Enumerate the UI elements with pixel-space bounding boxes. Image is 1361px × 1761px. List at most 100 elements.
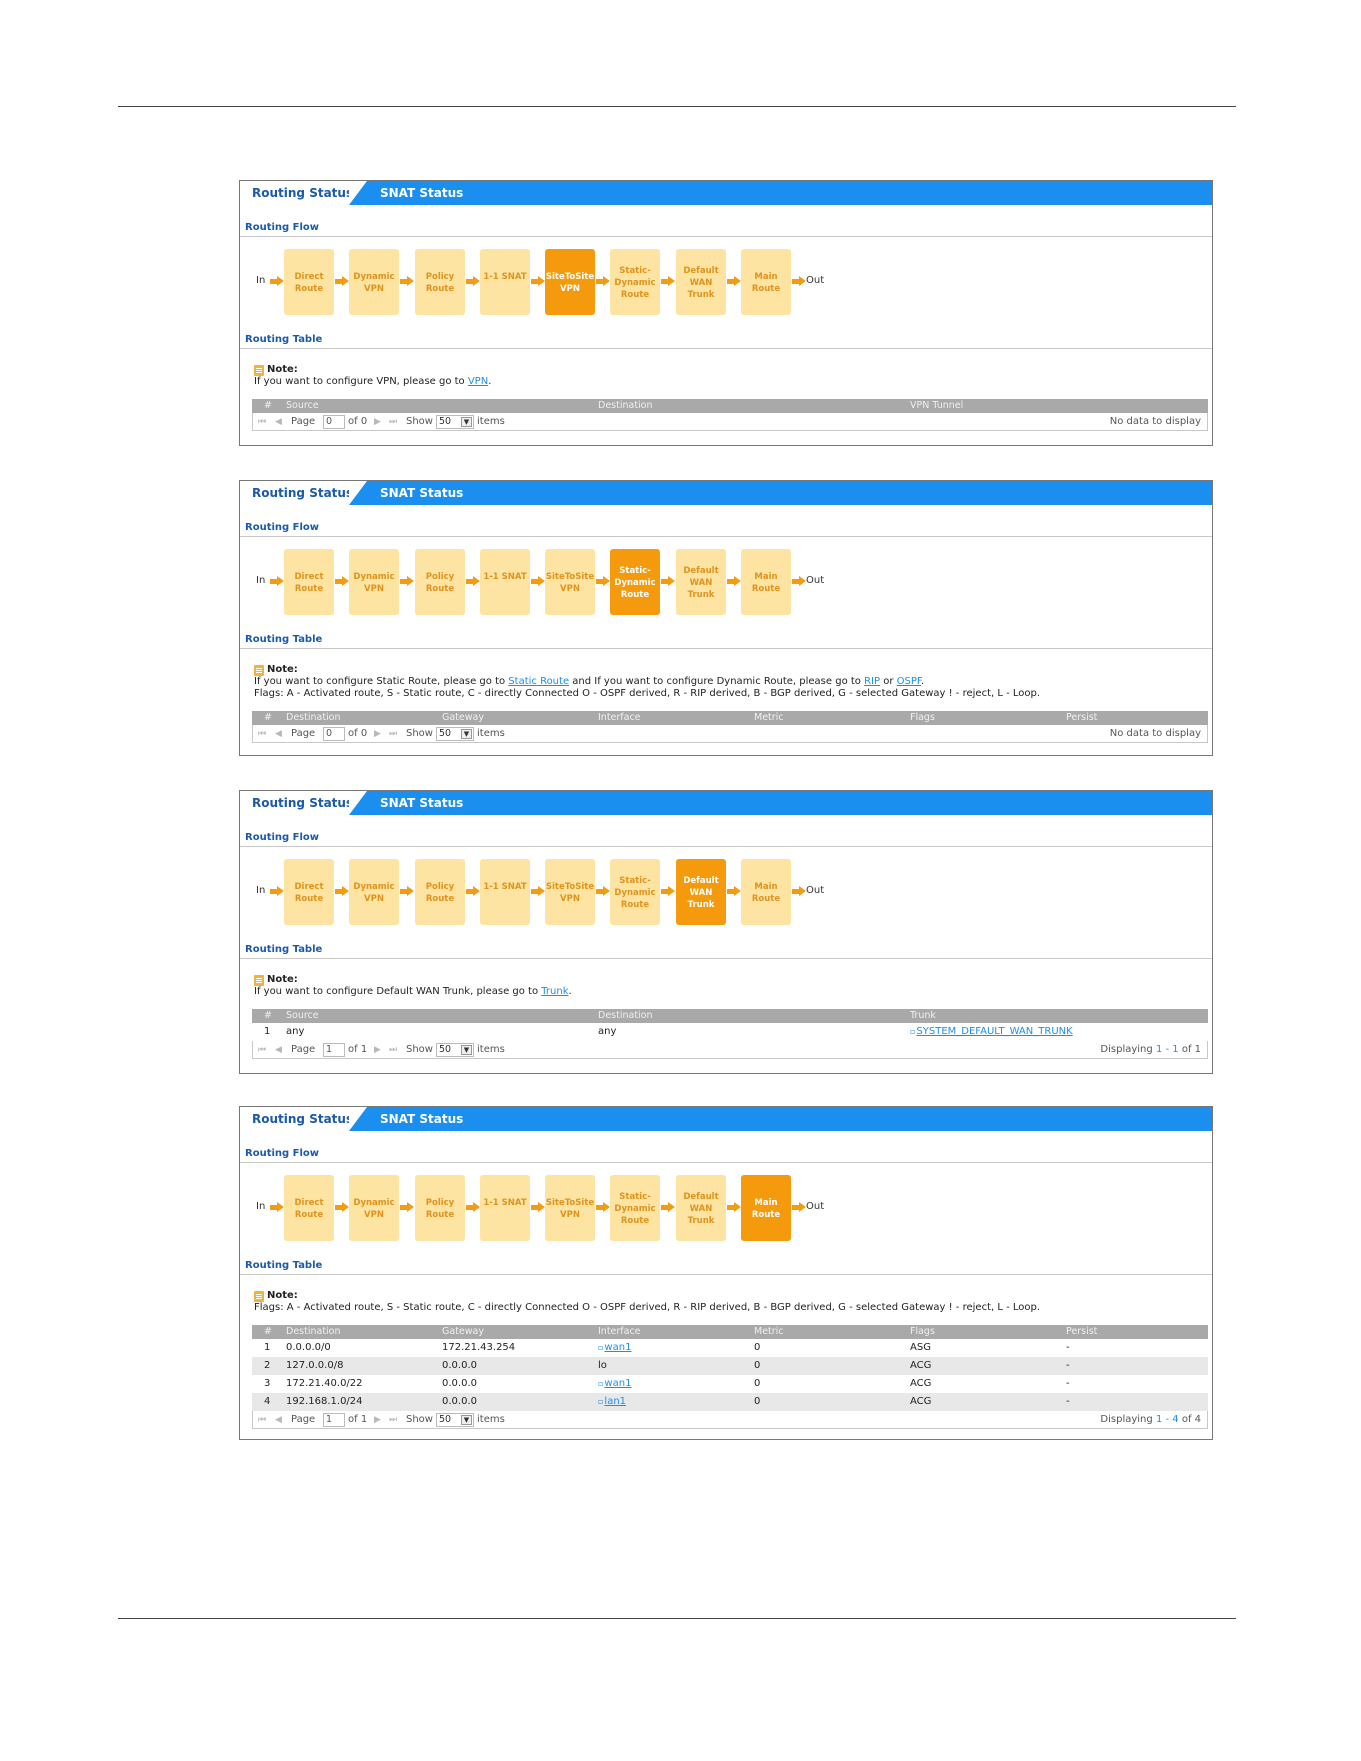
next-page-icon[interactable]: ▶ — [374, 1045, 381, 1055]
flow-step-0[interactable]: Direct Route — [284, 249, 334, 315]
flow-step-2[interactable]: Policy Route — [415, 1175, 465, 1241]
flow-step-5[interactable]: Static- Dynamic Route — [610, 249, 660, 315]
prev-page-icon[interactable]: ◀ — [275, 729, 282, 739]
prev-page-icon[interactable]: ◀ — [275, 1415, 282, 1425]
column-header[interactable]: # — [264, 1325, 272, 1339]
flow-step-5[interactable]: Static- Dynamic Route — [610, 1175, 660, 1241]
flow-step-3[interactable]: 1-1 SNAT — [480, 859, 530, 925]
column-header[interactable]: Trunk — [910, 1009, 936, 1023]
flow-step-1[interactable]: Dynamic VPN — [349, 859, 399, 925]
tab-snat-status[interactable]: SNAT Status — [380, 1107, 463, 1131]
first-page-icon[interactable]: ⏮ — [258, 729, 266, 739]
flow-step-1[interactable]: Dynamic VPN — [349, 249, 399, 315]
note-link[interactable]: Static Route — [508, 676, 569, 687]
page-number-input[interactable]: 0 — [323, 727, 345, 741]
table-cell[interactable]: ▫wan1 — [598, 1339, 631, 1357]
tab-routing-status[interactable]: Routing Status — [240, 481, 353, 505]
flow-step-6[interactable]: Default WAN Trunk — [676, 859, 726, 925]
column-header[interactable]: Flags — [910, 1325, 935, 1339]
flow-step-4[interactable]: SiteToSite VPN — [545, 859, 595, 925]
flow-step-7[interactable]: Main Route — [741, 859, 791, 925]
table-cell[interactable]: ▫lan1 — [598, 1393, 626, 1411]
chevron-down-icon[interactable]: ▼ — [461, 729, 472, 739]
table-row[interactable]: 3 172.21.40.0/22 0.0.0.0 ▫wan1 0 ACG - — [252, 1375, 1208, 1393]
last-page-icon[interactable]: ⏭ — [389, 1045, 397, 1055]
items-per-page-select[interactable]: 50 ▼ — [436, 1043, 474, 1057]
flow-step-7[interactable]: Main Route — [741, 1175, 791, 1241]
items-per-page-select[interactable]: 50 ▼ — [436, 727, 474, 741]
last-page-icon[interactable]: ⏭ — [389, 417, 397, 427]
flow-step-3[interactable]: 1-1 SNAT — [480, 1175, 530, 1241]
column-header[interactable]: # — [264, 399, 272, 413]
column-header[interactable]: # — [264, 1009, 272, 1023]
flow-step-4[interactable]: SiteToSite VPN — [545, 249, 595, 315]
table-cell-link[interactable]: wan1 — [604, 1342, 631, 1353]
items-per-page-select[interactable]: 50 ▼ — [436, 415, 474, 429]
column-header[interactable]: Persist — [1066, 1325, 1097, 1339]
note-link[interactable]: Trunk — [541, 986, 568, 997]
column-header[interactable]: Destination — [598, 399, 653, 413]
flow-step-6[interactable]: Default WAN Trunk — [676, 549, 726, 615]
first-page-icon[interactable]: ⏮ — [258, 1045, 266, 1055]
note-link[interactable]: RIP — [864, 676, 880, 687]
column-header[interactable]: Gateway — [442, 1325, 484, 1339]
table-row[interactable]: 1 0.0.0.0/0 172.21.43.254 ▫wan1 0 ASG - — [252, 1339, 1208, 1357]
note-link[interactable]: OSPF — [897, 676, 921, 687]
chevron-down-icon[interactable]: ▼ — [461, 1415, 472, 1425]
flow-step-2[interactable]: Policy Route — [415, 549, 465, 615]
tab-snat-status[interactable]: SNAT Status — [380, 181, 463, 205]
prev-page-icon[interactable]: ◀ — [275, 1045, 282, 1055]
tab-routing-status[interactable]: Routing Status — [240, 1107, 353, 1131]
page-number-input[interactable]: 1 — [323, 1413, 345, 1427]
chevron-down-icon[interactable]: ▼ — [461, 1045, 472, 1055]
flow-step-4[interactable]: SiteToSite VPN — [545, 549, 595, 615]
column-header[interactable]: Destination — [286, 711, 341, 725]
page-number-input[interactable]: 1 — [323, 1043, 345, 1057]
column-header[interactable]: Destination — [286, 1325, 341, 1339]
column-header[interactable]: Metric — [754, 711, 784, 725]
flow-step-4[interactable]: SiteToSite VPN — [545, 1175, 595, 1241]
flow-step-2[interactable]: Policy Route — [415, 859, 465, 925]
column-header[interactable]: VPN Tunnel — [910, 399, 963, 413]
table-row[interactable]: 1 any any ▫SYSTEM_DEFAULT_WAN_TRUNK — [252, 1023, 1208, 1041]
last-page-icon[interactable]: ⏭ — [389, 1415, 397, 1425]
flow-step-5[interactable]: Static- Dynamic Route — [610, 549, 660, 615]
table-cell[interactable]: ▫wan1 — [598, 1375, 631, 1393]
table-cell-link[interactable]: SYSTEM_DEFAULT_WAN_TRUNK — [916, 1026, 1072, 1037]
column-header[interactable]: Source — [286, 399, 319, 413]
last-page-icon[interactable]: ⏭ — [389, 729, 397, 739]
flow-step-5[interactable]: Static- Dynamic Route — [610, 859, 660, 925]
flow-step-2[interactable]: Policy Route — [415, 249, 465, 315]
table-cell-link[interactable]: wan1 — [604, 1378, 631, 1389]
chevron-down-icon[interactable]: ▼ — [461, 417, 472, 427]
flow-step-1[interactable]: Dynamic VPN — [349, 1175, 399, 1241]
flow-step-3[interactable]: 1-1 SNAT — [480, 549, 530, 615]
next-page-icon[interactable]: ▶ — [374, 729, 381, 739]
tab-snat-status[interactable]: SNAT Status — [380, 791, 463, 815]
column-header[interactable]: Source — [286, 1009, 319, 1023]
next-page-icon[interactable]: ▶ — [374, 1415, 381, 1425]
first-page-icon[interactable]: ⏮ — [258, 417, 266, 427]
table-cell[interactable]: ▫SYSTEM_DEFAULT_WAN_TRUNK — [910, 1023, 1073, 1041]
flow-step-7[interactable]: Main Route — [741, 249, 791, 315]
flow-step-0[interactable]: Direct Route — [284, 1175, 334, 1241]
column-header[interactable]: Destination — [598, 1009, 653, 1023]
flow-step-6[interactable]: Default WAN Trunk — [676, 1175, 726, 1241]
next-page-icon[interactable]: ▶ — [374, 417, 381, 427]
table-row[interactable]: 4 192.168.1.0/24 0.0.0.0 ▫lan1 0 ACG - — [252, 1393, 1208, 1411]
prev-page-icon[interactable]: ◀ — [275, 417, 282, 427]
column-header[interactable]: Gateway — [442, 711, 484, 725]
page-number-input[interactable]: 0 — [323, 415, 345, 429]
column-header[interactable]: Persist — [1066, 711, 1097, 725]
flow-step-6[interactable]: Default WAN Trunk — [676, 249, 726, 315]
tab-routing-status[interactable]: Routing Status — [240, 791, 353, 815]
flow-step-0[interactable]: Direct Route — [284, 549, 334, 615]
flow-step-7[interactable]: Main Route — [741, 549, 791, 615]
column-header[interactable]: Flags — [910, 711, 935, 725]
column-header[interactable]: Interface — [598, 711, 641, 725]
flow-step-1[interactable]: Dynamic VPN — [349, 549, 399, 615]
column-header[interactable]: Metric — [754, 1325, 784, 1339]
flow-step-0[interactable]: Direct Route — [284, 859, 334, 925]
table-cell-link[interactable]: lan1 — [604, 1396, 626, 1407]
first-page-icon[interactable]: ⏮ — [258, 1415, 266, 1425]
